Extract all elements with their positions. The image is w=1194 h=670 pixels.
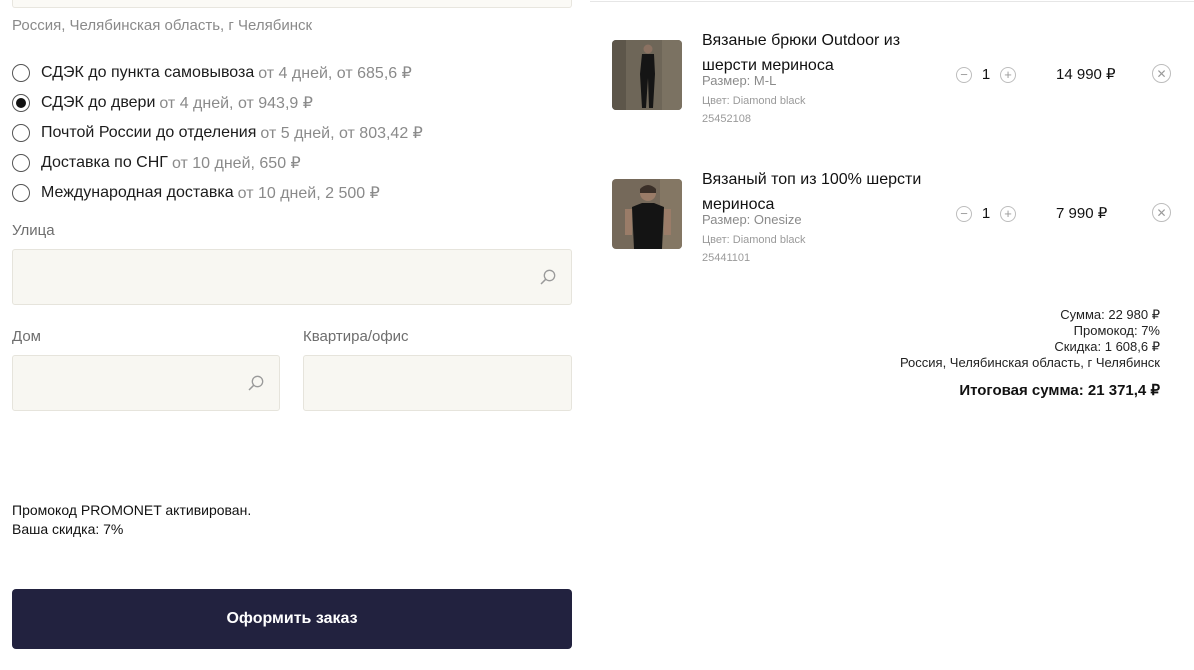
close-icon[interactable]: ✕ — [1152, 64, 1171, 83]
delivery-option-russian-post[interactable]: Почтой России до отделения от 5 дней, от… — [12, 118, 423, 148]
search-icon[interactable] — [539, 268, 557, 286]
house-input[interactable] — [12, 355, 280, 411]
product-image[interactable] — [612, 179, 682, 249]
summary-sum: Сумма: 22 980 ₽ — [1060, 307, 1160, 322]
product-name[interactable]: Вязаный топ из 100% шерсти мериноса — [702, 167, 922, 217]
delivery-option-title: СДЭК до двери — [41, 94, 156, 111]
minus-icon[interactable]: − — [956, 66, 972, 83]
delivery-option-title: Международная доставка — [41, 184, 234, 201]
summary-promocode: Промокод: 7% — [1073, 323, 1160, 338]
summary-total: Итоговая сумма: 21 371,4 ₽ — [959, 382, 1160, 399]
plus-icon[interactable]: + — [1000, 205, 1016, 222]
apartment-label: Квартира/офис — [303, 328, 409, 345]
product-image[interactable] — [612, 40, 682, 110]
radio-dot — [16, 98, 26, 108]
place-order-button[interactable]: Оформить заказ — [12, 589, 572, 649]
promo-message: Промокод PROMONET активирован. Ваша скид… — [12, 501, 251, 539]
delivery-option-meta: от 10 дней, 650 ₽ — [171, 155, 301, 172]
delivery-option-cdek-pickup[interactable]: СДЭК до пункта самовывоза от 4 дней, от … — [12, 58, 423, 88]
delivery-option-cis[interactable]: Доставка по СНГ от 10 дней, 650 ₽ — [12, 148, 423, 178]
product-sku: 25441101 — [702, 252, 751, 264]
plus-icon[interactable]: + — [1000, 66, 1016, 83]
street-label: Улица — [12, 222, 55, 239]
delivery-options: СДЭК до пункта самовывоза от 4 дней, от … — [12, 58, 423, 208]
radio-button[interactable] — [12, 124, 30, 142]
street-input[interactable] — [12, 249, 572, 305]
apartment-input[interactable] — [303, 355, 572, 411]
delivery-option-meta: от 5 дней, от 803,42 ₽ — [260, 125, 423, 142]
close-icon[interactable]: ✕ — [1152, 203, 1171, 222]
city-field[interactable] — [12, 0, 572, 8]
quantity-value: 1 — [981, 66, 991, 83]
divider — [590, 1, 1194, 2]
quantity-stepper: − 1 + — [956, 205, 1016, 222]
delivery-option-cdek-door[interactable]: СДЭК до двери от 4 дней, от 943,9 ₽ — [12, 88, 423, 118]
product-size: Размер: M-L — [702, 73, 777, 88]
promo-discount-text: Ваша скидка: 7% — [12, 521, 124, 537]
house-label: Дом — [12, 328, 41, 345]
delivery-option-title: Доставка по СНГ — [41, 154, 168, 171]
delivery-option-meta: от 10 дней, 2 500 ₽ — [237, 185, 380, 202]
delivery-option-meta: от 4 дней, от 685,6 ₽ — [258, 65, 412, 82]
summary-location: Россия, Челябинская область, г Челябинск — [899, 355, 1160, 370]
product-color: Цвет: Diamond black — [702, 95, 806, 107]
radio-button[interactable] — [12, 154, 30, 172]
product-size: Размер: Onesize — [702, 212, 802, 227]
delivery-option-title: СДЭК до пункта самовывоза — [41, 64, 255, 81]
delivery-option-international[interactable]: Международная доставка от 10 дней, 2 500… — [12, 178, 423, 208]
quantity-value: 1 — [981, 205, 991, 222]
product-price: 14 990 ₽ — [1056, 66, 1116, 83]
minus-icon[interactable]: − — [956, 205, 972, 222]
radio-button-selected[interactable] — [12, 94, 30, 112]
delivery-location-text: Россия, Челябинская область, г Челябинск — [12, 17, 313, 34]
radio-button[interactable] — [12, 64, 30, 82]
search-icon[interactable] — [247, 374, 265, 392]
delivery-option-meta: от 4 дней, от 943,9 ₽ — [159, 95, 313, 112]
product-price: 7 990 ₽ — [1056, 205, 1108, 222]
summary-discount: Скидка: 1 608,6 ₽ — [1054, 339, 1160, 354]
product-sku: 25452108 — [702, 113, 751, 125]
delivery-option-title: Почтой России до отделения — [41, 124, 257, 141]
quantity-stepper: − 1 + — [956, 66, 1016, 83]
promo-activated-text: Промокод PROMONET активирован. — [12, 502, 252, 518]
radio-button[interactable] — [12, 184, 30, 202]
product-color: Цвет: Diamond black — [702, 234, 806, 246]
order-summary: Сумма: 22 980 ₽ Промокод: 7% Скидка: 1 6… — [900, 307, 1160, 371]
product-name[interactable]: Вязаные брюки Outdoor из шерсти мериноса — [702, 28, 922, 78]
